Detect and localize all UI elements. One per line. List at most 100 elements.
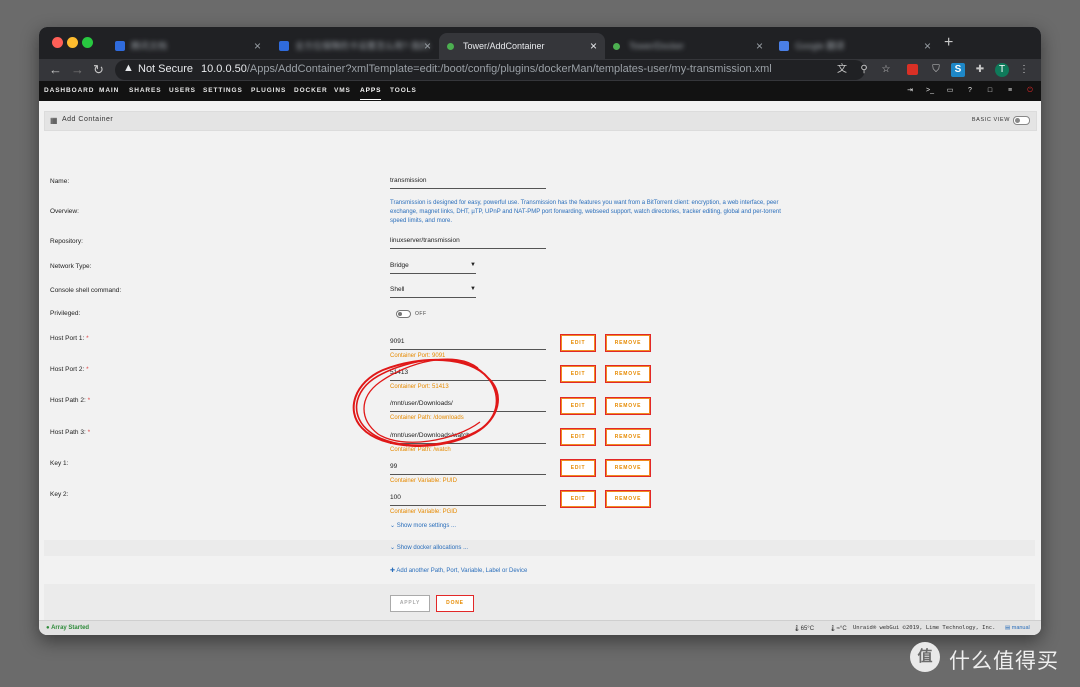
status-dot-icon: ● <box>46 625 50 631</box>
help-icon[interactable]: ? <box>965 85 975 97</box>
tab-2[interactable]: 全方位保障的卡设置怎么用?·我的· × <box>271 33 439 59</box>
nav-tools[interactable]: TOOLS <box>390 81 417 101</box>
repository-input[interactable]: linuxserver/transmission <box>390 237 546 249</box>
host-port-1-note: Container Port: 9091 <box>390 353 446 359</box>
edit-button[interactable]: EDIT <box>560 459 596 477</box>
more-menu-icon[interactable]: ⋮ <box>1017 63 1031 77</box>
show-docker-allocations-link[interactable]: ⌄ Show docker allocations ... <box>390 544 468 551</box>
host-path-3-note: Container Path: /watch <box>390 447 451 453</box>
remove-button[interactable]: REMOVE <box>605 490 651 508</box>
key-2-label: Key 2: <box>50 491 69 498</box>
show-more-settings-link[interactable]: ⌄ Show more settings ... <box>390 522 456 529</box>
host-path-3-input[interactable]: /mnt/user/Downloads/watch <box>390 432 546 444</box>
key-2-input[interactable]: 100 <box>390 494 546 506</box>
edit-button[interactable]: EDIT <box>560 428 596 446</box>
bookmark-star-icon[interactable]: ☆ <box>879 63 893 77</box>
maximize-window-button[interactable] <box>82 37 93 48</box>
remove-button[interactable]: REMOVE <box>605 459 651 477</box>
remove-button[interactable]: REMOVE <box>605 428 651 446</box>
tab-close-icon[interactable]: × <box>424 33 431 59</box>
shield-extension-icon[interactable]: ⛉ <box>929 63 943 77</box>
address-bar[interactable]: ▲ Not Secure 10.0.0.50/Apps/AddContainer… <box>115 60 865 80</box>
tab-translate[interactable]: Google 翻译 × <box>771 33 939 59</box>
nav-users[interactable]: USERS <box>169 81 196 101</box>
basic-view-toggle[interactable] <box>1013 116 1030 125</box>
nav-shares[interactable]: SHARES <box>129 81 162 101</box>
url-text[interactable]: 10.0.0.50/Apps/AddContainer?xmlTemplate=… <box>201 63 772 75</box>
back-icon[interactable]: ← <box>49 59 62 81</box>
tab-close-icon[interactable]: × <box>756 33 763 59</box>
nav-settings[interactable]: SETTINGS <box>203 81 243 101</box>
power-icon[interactable]: ⏻ <box>1025 85 1035 97</box>
logout-icon[interactable]: ⇥ <box>905 85 915 97</box>
forward-icon[interactable]: → <box>71 59 84 81</box>
tab-favicon-icon <box>447 43 454 50</box>
nav-apps[interactable]: APPS <box>360 81 382 100</box>
tab-favicon-icon <box>115 41 125 51</box>
overview-label: Overview: <box>50 208 79 215</box>
edit-button[interactable]: EDIT <box>560 397 596 415</box>
extension-red-icon[interactable] <box>907 64 918 75</box>
feedback-icon[interactable]: ▭ <box>945 85 955 97</box>
translate-icon[interactable]: 文 <box>835 63 849 77</box>
unraid-nav: DASHBOARD MAIN SHARES USERS SETTINGS PLU… <box>39 81 1041 101</box>
tab-favicon-icon <box>779 41 789 51</box>
host-path-2-input[interactable]: /mnt/user/Downloads/ <box>390 400 546 412</box>
edit-button[interactable]: EDIT <box>560 365 596 383</box>
minimize-window-button[interactable] <box>67 37 78 48</box>
tab-close-icon[interactable]: × <box>924 33 931 59</box>
actions-row <box>44 584 1035 620</box>
overview-text: Transmission is designed for easy, power… <box>390 200 781 224</box>
zoom-icon[interactable]: ⚲ <box>857 63 871 77</box>
nav-docker[interactable]: DOCKER <box>294 81 328 101</box>
add-another-link[interactable]: ✚ Add another Path, Port, Variable, Labe… <box>390 567 527 574</box>
nav-dashboard[interactable]: DASHBOARD <box>44 81 94 101</box>
key-1-note: Container Variable: PUID <box>390 478 457 484</box>
terminal-icon[interactable]: >_ <box>925 85 935 97</box>
tab-close-icon[interactable]: × <box>254 33 261 59</box>
done-button[interactable]: DONE <box>436 595 474 612</box>
privileged-state: OFF <box>415 311 427 317</box>
log-icon[interactable]: ≡ <box>1005 85 1015 97</box>
s-extension-icon[interactable]: S <box>951 63 965 77</box>
nav-vms[interactable]: VMS <box>334 81 351 101</box>
tab-close-icon[interactable]: × <box>590 33 597 59</box>
watermark-logo: 值 <box>910 642 940 672</box>
profile-avatar[interactable]: T <box>995 63 1009 77</box>
name-input[interactable]: transmission <box>390 177 546 189</box>
close-window-button[interactable] <box>52 37 63 48</box>
remove-button[interactable]: REMOVE <box>605 397 651 415</box>
privileged-label: Privileged: <box>50 310 81 317</box>
tab-favicon-icon <box>613 43 620 50</box>
manual-link[interactable]: ▤ manual <box>1005 625 1030 631</box>
puzzle-extensions-icon[interactable]: ✚ <box>973 63 987 77</box>
host-port-1-label: Host Port 1: * <box>50 335 89 342</box>
tab-docker[interactable]: Tower/Docker × <box>605 33 771 59</box>
network-type-select[interactable]: Bridge ▼ <box>390 262 476 274</box>
new-tab-button[interactable]: + <box>944 33 953 53</box>
tab-strip: 腾讯文档 × 全方位保障的卡设置怎么用?·我的· × Tower/AddCont… <box>39 27 1041 59</box>
browser-window: 腾讯文档 × 全方位保障的卡设置怎么用?·我的· × Tower/AddCont… <box>39 27 1041 635</box>
tab-add-container[interactable]: Tower/AddContainer × <box>439 33 605 59</box>
monitor-icon[interactable]: □ <box>985 85 995 97</box>
apply-button[interactable]: APPLY <box>390 595 430 612</box>
warning-icon: ▲ <box>123 62 134 74</box>
name-label: Name: <box>50 178 70 185</box>
tab-1[interactable]: 腾讯文档 × <box>107 33 269 59</box>
host-port-2-input[interactable]: 51413 <box>390 369 546 381</box>
privileged-toggle[interactable] <box>396 310 411 318</box>
key-1-input[interactable]: 99 <box>390 463 546 475</box>
edit-button[interactable]: EDIT <box>560 334 596 352</box>
reload-icon[interactable]: ↻ <box>93 59 104 81</box>
remove-button[interactable]: REMOVE <box>605 365 651 383</box>
nav-main[interactable]: MAIN <box>99 81 119 101</box>
host-port-1-input[interactable]: 9091 <box>390 338 546 350</box>
remove-button[interactable]: REMOVE <box>605 334 651 352</box>
dropdown-caret-icon: ▼ <box>470 262 476 268</box>
edit-button[interactable]: EDIT <box>560 490 596 508</box>
security-label[interactable]: Not Secure <box>138 63 193 75</box>
console-shell-select[interactable]: Shell ▼ <box>390 286 476 298</box>
mb-temp: 🌡≈°C <box>829 626 847 632</box>
nav-plugins[interactable]: PLUGINS <box>251 81 286 101</box>
panel-header: ▦ Add Container BASIC VIEW <box>44 111 1037 131</box>
